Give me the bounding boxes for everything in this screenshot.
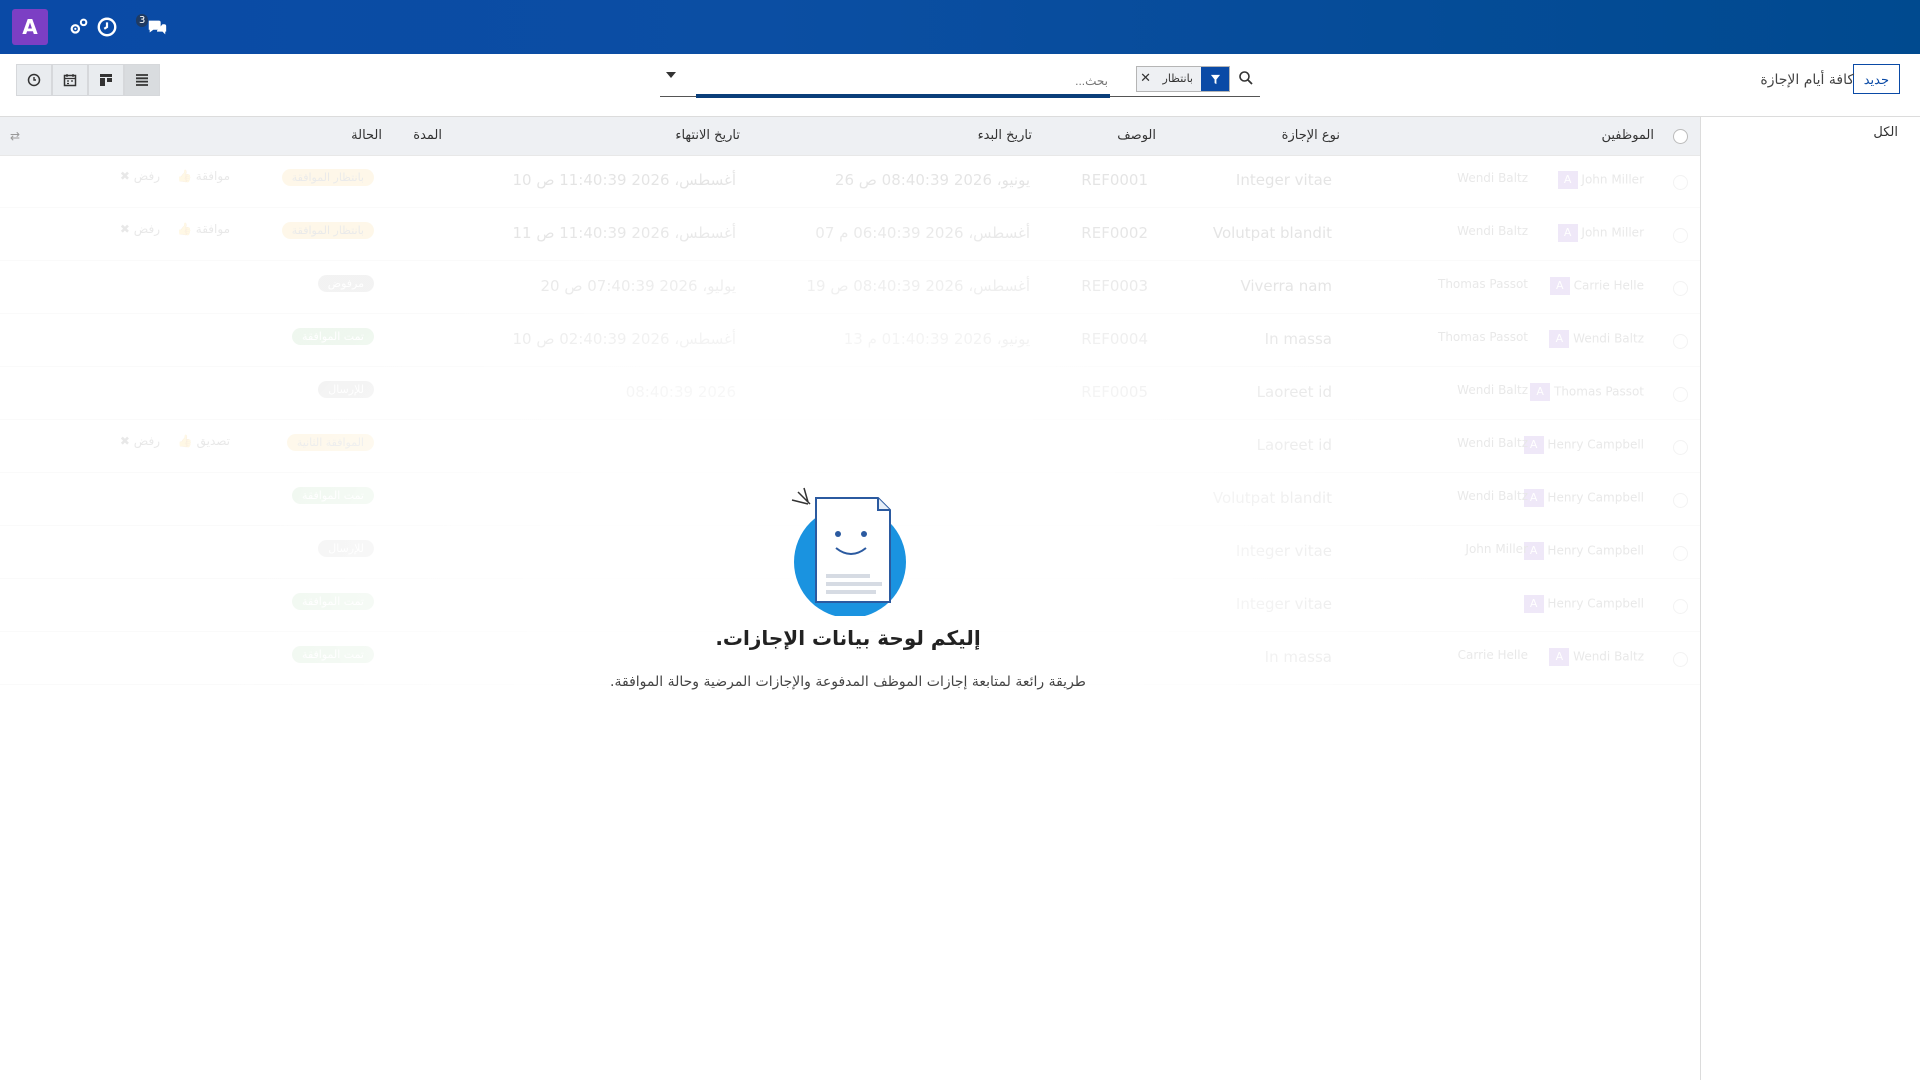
activity-view-button[interactable]: [16, 64, 52, 96]
user-avatar[interactable]: A: [12, 9, 48, 45]
kanban-view-button[interactable]: [88, 64, 124, 96]
table-header: الموظفين نوع الإجازة الوصف تاريخ البدء ت…: [0, 117, 1700, 156]
breadcrumb: كافة أيام الإجازة: [1760, 72, 1854, 88]
help-title: إليكم لوحة بيانات الإجازات.: [715, 626, 981, 650]
new-button[interactable]: جديد: [1852, 64, 1900, 94]
facet-value: بانتظار: [1154, 67, 1201, 91]
filter-icon: [1201, 67, 1229, 91]
list-view-button[interactable]: [124, 64, 160, 96]
chat-icon[interactable]: [146, 16, 168, 38]
col-employees[interactable]: الموظفين: [1601, 128, 1654, 143]
search-bar: ✕ بانتظار: [660, 64, 1260, 98]
top-navbar: A 3: [0, 0, 1920, 54]
kanban-icon: [100, 74, 112, 86]
clock-icon[interactable]: [96, 16, 118, 38]
search-icon[interactable]: [1238, 70, 1254, 86]
help-description: طريقة رائعة لمتابعة إجازات الموظف المدفو…: [610, 674, 1086, 690]
col-end-date[interactable]: تاريخ الانتهاء: [675, 128, 740, 143]
select-all-checkbox[interactable]: [1673, 129, 1688, 144]
col-duration[interactable]: المدة: [413, 128, 442, 143]
view-switcher: [16, 64, 160, 96]
col-start-date[interactable]: تاريخ البدء: [978, 128, 1032, 143]
search-input[interactable]: [696, 68, 1110, 98]
col-description[interactable]: الوصف: [1117, 128, 1156, 143]
help-overlay: [0, 155, 1700, 1080]
col-status[interactable]: الحالة: [351, 128, 382, 143]
optional-columns-icon[interactable]: ⇄: [10, 129, 20, 143]
calendar-view-button[interactable]: [52, 64, 88, 96]
search-panel: الكل: [1700, 117, 1920, 1080]
filter-all-item[interactable]: الكل: [1873, 125, 1898, 140]
search-options-chevron-icon[interactable]: [666, 72, 676, 78]
smiling-document-illustration: [790, 486, 910, 618]
remove-facet-icon[interactable]: ✕: [1136, 67, 1155, 91]
col-leave-type[interactable]: نوع الإجازة: [1282, 128, 1340, 143]
clock-outline-icon: [27, 73, 41, 87]
list-icon: [136, 74, 148, 86]
control-panel: جديد كافة أيام الإجازة ✕ بانتظار: [0, 54, 1920, 117]
settings-icon[interactable]: [68, 16, 90, 38]
search-facet: ✕ بانتظار: [1135, 66, 1230, 92]
calendar-icon: [63, 74, 77, 87]
